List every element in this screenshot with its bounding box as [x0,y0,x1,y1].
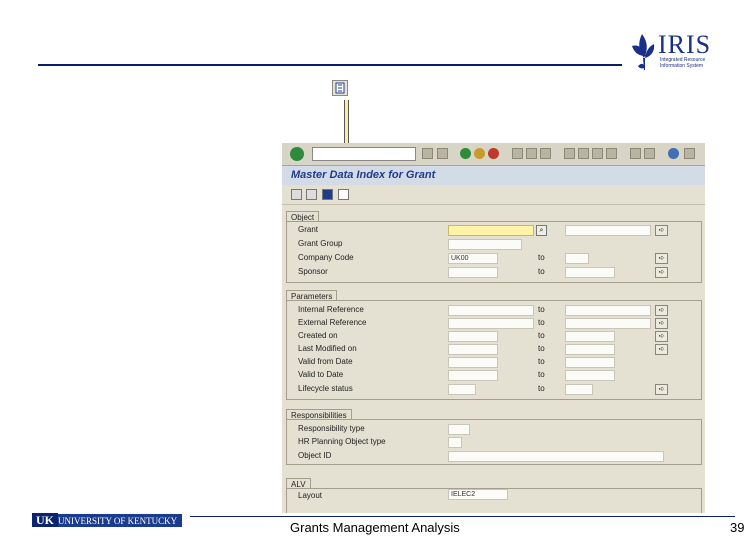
bookmark-icon[interactable] [437,148,448,159]
company-code-multiple-selection-button[interactable]: ➪ [655,253,668,264]
command-field[interactable] [312,147,416,161]
university-logo: UK UNIVERSITY OF KENTUCKY [32,513,182,527]
cancel-icon[interactable] [488,148,499,159]
back-icon[interactable] [460,148,471,159]
lifecycle-status-input[interactable] [448,384,476,395]
created-on-to-label: to [538,331,545,340]
last-page-icon[interactable] [606,148,617,159]
sponsor-input[interactable] [448,267,498,278]
label-created-on: Created on [298,331,338,340]
created-on-to-input[interactable] [565,331,615,342]
valid-from-date-input[interactable] [448,357,498,368]
iris-tagline: Integrated Resource Information System [660,57,706,69]
sponsor-to-input[interactable] [565,267,615,278]
grant-input[interactable] [448,225,534,236]
exit-icon[interactable] [474,148,485,159]
label-layout: Layout [298,491,323,500]
grant-group-input[interactable] [448,239,522,250]
company-code-input[interactable]: UK00 [448,253,498,264]
info-icon[interactable] [322,189,333,200]
last-modified-on-to-label: to [538,344,545,353]
first-page-icon[interactable] [564,148,575,159]
iris-wordmark: IRIS [658,30,712,59]
valid-to-date-input[interactable] [448,370,498,381]
print-icon[interactable] [512,148,523,159]
layout-input[interactable]: IELEC2 [448,489,508,500]
object-id-input[interactable] [448,451,664,462]
get-variant-icon[interactable] [306,189,317,200]
label-valid-from-date: Valid from Date [298,357,353,366]
layout-menu-icon[interactable] [684,148,695,159]
sponsor-multiple-selection-button[interactable]: ➪ [655,267,668,278]
internal-reference-multiple-selection-button[interactable]: ➪ [655,305,668,316]
external-reference-input[interactable] [448,318,534,329]
valid-from-date-to-input[interactable] [565,357,615,368]
external-reference-to-input[interactable] [565,318,651,329]
label-responsibility-type: Responsibility type [298,424,365,433]
internal-reference-input[interactable] [448,305,534,316]
label-object-id: Object ID [298,451,332,460]
lifecycle-status-to-input[interactable] [565,384,593,395]
next-page-icon[interactable] [592,148,603,159]
save-icon[interactable] [422,148,433,159]
label-last-modified-on: Last Modified on [298,344,357,353]
company-code-to-label: to [538,253,545,262]
external-reference-multiple-selection-button[interactable]: ➪ [655,318,668,329]
sponsor-to-label: to [538,267,545,276]
column-layout-icon-callout [332,80,348,96]
header-rule [38,64,622,66]
external-reference-to-label: to [538,318,545,327]
last-modified-on-input[interactable] [448,344,498,355]
valid-from-date-to-label: to [538,357,545,366]
label-sponsor: Sponsor [298,267,328,276]
label-internal-reference: Internal Reference [298,305,364,314]
column-layout-icon[interactable] [338,189,349,200]
label-grant-group: Grant Group [298,239,343,248]
help-icon[interactable] [668,148,679,159]
new-session-icon[interactable] [630,148,641,159]
last-modified-on-multiple-selection-button[interactable]: ➪ [655,344,668,355]
created-on-input[interactable] [448,331,498,342]
screen-title: Master Data Index for Grant [291,169,436,181]
responsibility-type-input[interactable] [448,424,470,435]
previous-page-icon[interactable] [578,148,589,159]
footer-rule [190,516,735,517]
company-code-to-input[interactable] [565,253,589,264]
valid-to-date-to-input[interactable] [565,370,615,381]
last-modified-on-to-input[interactable] [565,344,615,355]
label-grant: Grant [298,225,319,234]
grant-multiple-selection-button[interactable]: ➪ [655,225,668,236]
label-external-reference: External Reference [298,318,367,327]
label-valid-to-date: Valid to Date [298,370,344,379]
page-number: 39 [730,520,745,535]
footer-title: Grants Management Analysis [290,520,460,535]
label-company-code: Company Code [298,253,354,262]
lifecycle-status-multiple-selection-button[interactable]: ➪ [655,384,668,395]
grant-search-help-icon[interactable]: ⌕ [536,225,547,236]
internal-reference-to-input[interactable] [565,305,651,316]
internal-reference-to-label: to [538,305,545,314]
find-next-icon[interactable] [540,148,551,159]
sap-window: Master Data Index for Grant Object Grant… [282,143,705,513]
grant-to-input[interactable] [565,225,651,236]
created-on-multiple-selection-button[interactable]: ➪ [655,331,668,342]
execute-icon[interactable] [291,189,302,200]
hr-planning-object-type-input[interactable] [448,437,462,448]
find-icon[interactable] [526,148,537,159]
label-lifecycle-status: Lifecycle status [298,384,353,393]
shortcut-icon[interactable] [644,148,655,159]
enter-icon[interactable] [290,147,304,161]
label-hr-planning-object-type: HR Planning Object type [298,437,386,446]
lifecycle-status-to-label: to [538,384,545,393]
valid-to-date-to-label: to [538,370,545,379]
